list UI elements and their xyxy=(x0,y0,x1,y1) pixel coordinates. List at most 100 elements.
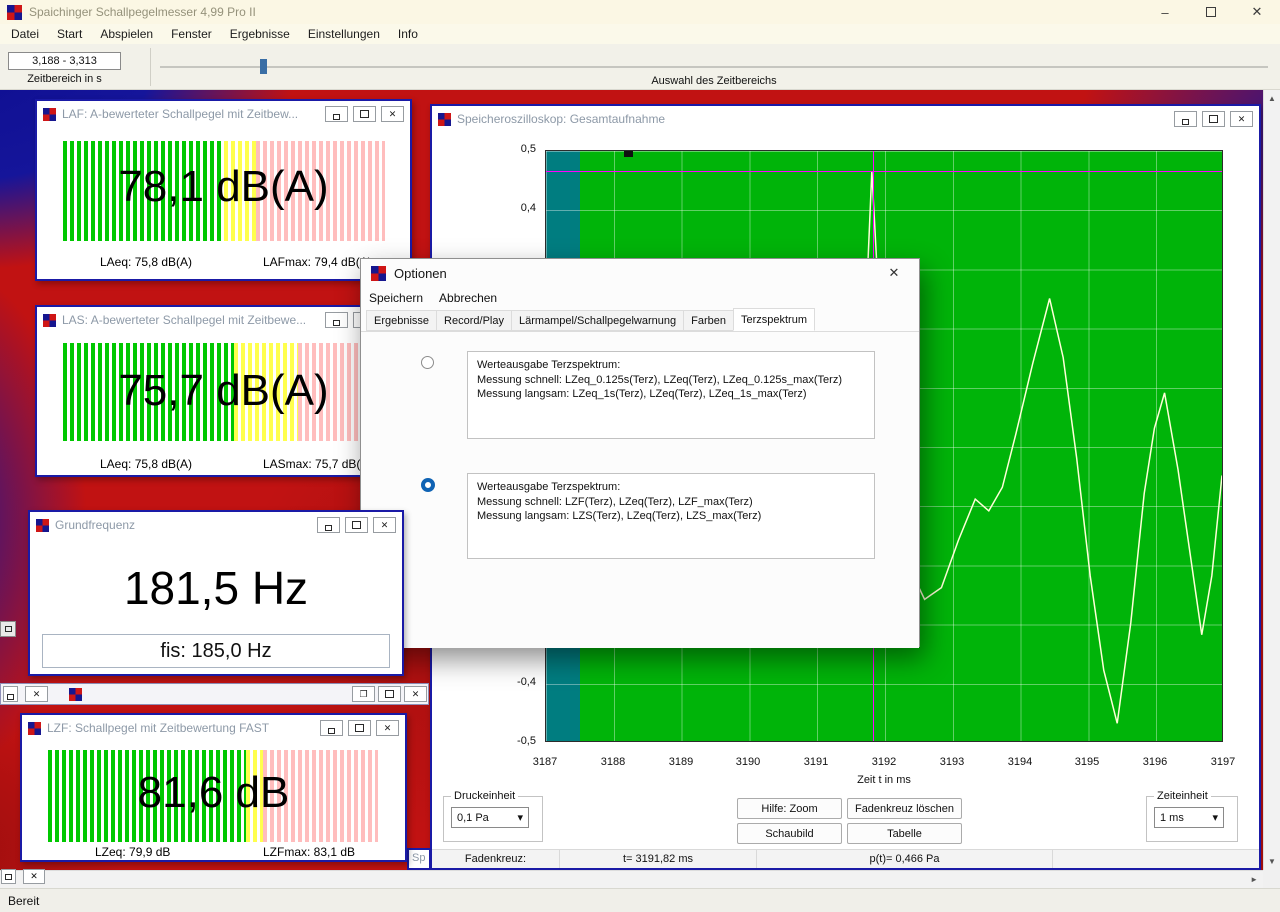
schaubild-button[interactable]: Schaubild xyxy=(737,823,842,844)
hilfe-zoom-button[interactable]: Hilfe: Zoom xyxy=(737,798,842,819)
minimize-icon xyxy=(333,114,340,120)
close-button[interactable]: ✕ xyxy=(23,869,45,884)
menu-item-abbrechen[interactable]: Abbrechen xyxy=(439,291,497,305)
menu-item-datei[interactable]: Datei xyxy=(2,27,48,41)
options-dialog-titlebar[interactable]: Optionen ✕ xyxy=(361,259,919,287)
option2-radio[interactable] xyxy=(421,478,435,492)
app-logo-icon xyxy=(69,688,82,701)
close-button[interactable]: ✕ xyxy=(404,686,427,702)
druckeinheit-label: Druckeinheit xyxy=(451,790,518,802)
osc-x-axis-title: Zeit t in ms xyxy=(545,774,1223,786)
menu-item-fenster[interactable]: Fenster xyxy=(162,27,221,41)
maximize-button[interactable] xyxy=(378,686,401,702)
minimize-button[interactable] xyxy=(325,106,348,122)
y-tick-label: 0,5 xyxy=(521,143,536,155)
x-tick-label: 3196 xyxy=(1135,756,1175,768)
menubar: Datei Start Abspielen Fenster Ergebnisse… xyxy=(0,24,1280,44)
close-button[interactable]: ✕ xyxy=(879,262,909,284)
druckeinheit-select[interactable]: 0,1 Pa ▾ xyxy=(451,807,529,828)
maximize-icon xyxy=(360,110,369,118)
window-grundfrequenz: Grundfrequenz ✕ 181,5 Hz fis: 185,0 Hz xyxy=(28,510,404,676)
oscilloscope-title: Speicheroszilloskop: Gesamtaufnahme xyxy=(457,112,665,126)
tabelle-button[interactable]: Tabelle xyxy=(847,823,962,844)
time-range-slider-thumb[interactable] xyxy=(260,59,267,74)
time-range-slider-label: Auswahl des Zeitbereichs xyxy=(160,75,1268,87)
menu-item-ergebnisse[interactable]: Ergebnisse xyxy=(221,27,299,41)
maximize-button[interactable] xyxy=(353,106,376,122)
close-button[interactable]: ✕ xyxy=(381,106,404,122)
zeiteinheit-value: 1 ms xyxy=(1160,812,1184,824)
close-button[interactable]: ✕ xyxy=(1234,0,1280,24)
laf-titlebar[interactable]: LAF: A-bewerteter Schallpegel mit Zeitbe… xyxy=(37,101,410,127)
close-button[interactable]: ✕ xyxy=(373,517,396,533)
minimize-button[interactable] xyxy=(325,312,348,328)
tab-ergebnisse[interactable]: Ergebnisse xyxy=(366,310,437,331)
time-range-input[interactable]: 3,188 - 3,313 xyxy=(8,52,121,70)
app-logo-icon xyxy=(43,314,56,327)
maximize-button[interactable] xyxy=(1188,0,1234,24)
minimized-window-titlebar[interactable]: ✕ ❐ ✕ xyxy=(0,683,429,705)
maximize-icon xyxy=(1209,115,1218,123)
close-icon: ✕ xyxy=(1238,114,1246,125)
minimize-button[interactable] xyxy=(1174,111,1197,127)
maximize-button[interactable] xyxy=(345,517,368,533)
option2-box: Werteausgabe Terzspektrum: Messung schne… xyxy=(467,473,875,559)
close-icon: ✕ xyxy=(381,520,389,531)
horizontal-scrollbar[interactable]: ◄ ► xyxy=(0,870,1263,888)
restore-icon xyxy=(5,626,12,632)
las-titlebar[interactable]: LAS: A-bewerteter Schallpegel mit Zeitbe… xyxy=(37,307,410,333)
menu-item-einstellungen[interactable]: Einstellungen xyxy=(299,27,389,41)
scroll-up-icon[interactable]: ▲ xyxy=(1268,94,1276,103)
option1-box: Werteausgabe Terzspektrum: Messung schne… xyxy=(467,351,875,439)
minimize-icon xyxy=(325,525,332,531)
zeiteinheit-label: Zeiteinheit xyxy=(1154,790,1211,802)
minimized-window-button[interactable] xyxy=(0,621,16,637)
option1-radio[interactable] xyxy=(421,356,434,369)
zeiteinheit-group: Zeiteinheit 1 ms ▾ xyxy=(1146,790,1238,842)
crosshair-h-line xyxy=(546,171,1222,172)
maximize-icon xyxy=(385,690,394,698)
tab-laermampel-schallpegelwarnung[interactable]: Lärmampel/Schallpegelwarnung xyxy=(511,310,684,331)
app-logo-icon xyxy=(28,722,41,735)
menu-item-abspielen[interactable]: Abspielen xyxy=(91,27,162,41)
close-button[interactable]: ✕ xyxy=(25,686,48,702)
lzf-titlebar[interactable]: LZF: Schallpegel mit Zeitbewertung FAST … xyxy=(22,715,405,741)
time-range-slider-track[interactable] xyxy=(160,66,1268,68)
status-fadenkreuz: Fadenkreuz: xyxy=(432,850,560,868)
maximize-button[interactable] xyxy=(348,720,371,736)
tab-terzspektrum[interactable]: Terzspektrum xyxy=(733,308,815,331)
close-button[interactable]: ✕ xyxy=(376,720,399,736)
fadenkreuz-loeschen-button[interactable]: Fadenkreuz löschen xyxy=(847,798,962,819)
y-tick-label: -0,4 xyxy=(517,676,536,688)
maximize-button[interactable] xyxy=(1202,111,1225,127)
tab-farben[interactable]: Farben xyxy=(683,310,734,331)
close-button[interactable]: ✕ xyxy=(1230,111,1253,127)
minimize-button[interactable] xyxy=(320,720,343,736)
restore-button[interactable]: ❐ xyxy=(352,686,375,702)
vertical-scrollbar[interactable]: ▲ ▼ xyxy=(1263,90,1280,870)
restore-icon: ❐ xyxy=(359,689,367,700)
scroll-right-icon[interactable]: ► xyxy=(1250,875,1258,884)
grundfrequenz-titlebar[interactable]: Grundfrequenz ✕ xyxy=(30,512,402,538)
menu-item-speichern[interactable]: Speichern xyxy=(369,291,423,305)
minimize-button[interactable] xyxy=(317,517,340,533)
option1-line3: Messung langsam: LZeq_1s(Terz), LZeq(Ter… xyxy=(477,387,865,402)
minimize-button[interactable]: – xyxy=(1142,0,1188,24)
scroll-down-icon[interactable]: ▼ xyxy=(1268,857,1276,866)
x-tick-label: 3195 xyxy=(1067,756,1107,768)
menu-item-info[interactable]: Info xyxy=(389,27,427,41)
close-icon: ✕ xyxy=(412,689,420,700)
chevron-down-icon: ▾ xyxy=(1212,811,1218,824)
restore-button[interactable] xyxy=(1,869,16,884)
chevron-down-icon: ▾ xyxy=(517,811,523,824)
app-logo-icon xyxy=(43,108,56,121)
zeiteinheit-select[interactable]: 1 ms ▾ xyxy=(1154,807,1224,828)
options-dialog-menubar: Speichern Abbrechen xyxy=(361,287,919,309)
oscilloscope-titlebar[interactable]: Speicheroszilloskop: Gesamtaufnahme ✕ xyxy=(432,106,1259,132)
restore-button[interactable] xyxy=(3,686,18,702)
las-eq-label: LAeq: 75,8 dB(A) xyxy=(100,457,192,471)
menu-item-start[interactable]: Start xyxy=(48,27,91,41)
window-fragment-sp[interactable]: Sp xyxy=(407,848,431,870)
grundfrequenz-value: 181,5 Hz xyxy=(30,562,402,614)
tab-record-play[interactable]: Record/Play xyxy=(436,310,512,331)
